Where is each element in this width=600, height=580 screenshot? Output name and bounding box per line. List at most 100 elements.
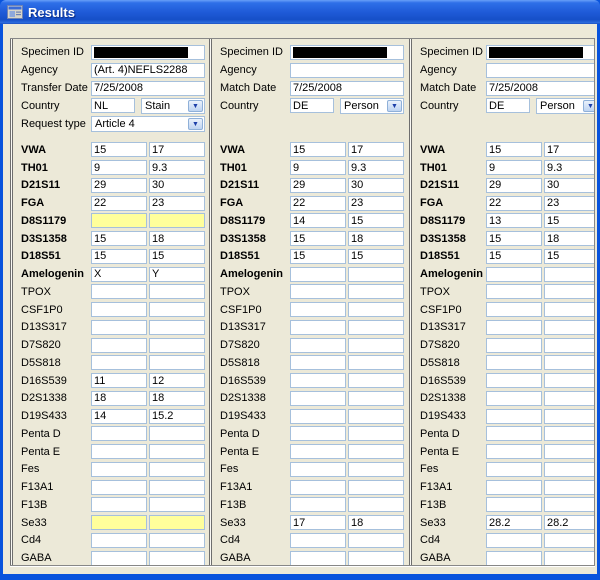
- allele-gaba-match-2-b[interactable]: [544, 551, 594, 565]
- allele-d16s539-match-2-b[interactable]: [544, 373, 594, 388]
- allele-cd4-match-1-b[interactable]: [348, 533, 404, 548]
- allele-th01-match-1-a[interactable]: 9: [290, 160, 346, 175]
- allele-penta-e-request-a[interactable]: [91, 444, 147, 459]
- allele-d19s433-request-a[interactable]: 14: [91, 409, 147, 424]
- allele-d5s818-match-2-b[interactable]: [544, 355, 594, 370]
- allele-d13s317-request-b[interactable]: [149, 320, 205, 335]
- allele-d16s539-request-a[interactable]: 11: [91, 373, 147, 388]
- allele-amelogenin-match-2-b[interactable]: [544, 267, 594, 282]
- allele-se33-request-a[interactable]: [91, 515, 147, 530]
- allele-vwa-match-1-a[interactable]: 15: [290, 142, 346, 157]
- allele-vwa-request-a[interactable]: 15: [91, 142, 147, 157]
- allele-d5s818-match-2-a[interactable]: [486, 355, 542, 370]
- allele-fes-match-2-a[interactable]: [486, 462, 542, 477]
- allele-d13s317-match-2-a[interactable]: [486, 320, 542, 335]
- allele-d3s1358-match-2-b[interactable]: 18: [544, 231, 594, 246]
- allele-d18s51-match-1-a[interactable]: 15: [290, 249, 346, 264]
- allele-f13b-match-2-b[interactable]: [544, 497, 594, 512]
- allele-cd4-match-2-a[interactable]: [486, 533, 542, 548]
- allele-penta-d-request-a[interactable]: [91, 426, 147, 441]
- allele-amelogenin-match-2-a[interactable]: [486, 267, 542, 282]
- allele-d13s317-request-a[interactable]: [91, 320, 147, 335]
- allele-tpox-request-a[interactable]: [91, 284, 147, 299]
- allele-fes-match-1-a[interactable]: [290, 462, 346, 477]
- allele-d21s11-match-2-b[interactable]: 30: [544, 178, 594, 193]
- allele-cd4-match-2-b[interactable]: [544, 533, 594, 548]
- allele-d21s11-match-1-b[interactable]: 30: [348, 178, 404, 193]
- allele-se33-request-b[interactable]: [149, 515, 205, 530]
- allele-f13b-match-1-a[interactable]: [290, 497, 346, 512]
- allele-th01-match-2-b[interactable]: 9.3: [544, 160, 594, 175]
- allele-tpox-match-2-b[interactable]: [544, 284, 594, 299]
- allele-penta-d-match-1-b[interactable]: [348, 426, 404, 441]
- allele-csf1p0-request-a[interactable]: [91, 302, 147, 317]
- allele-d16s539-match-1-a[interactable]: [290, 373, 346, 388]
- titlebar[interactable]: Results: [0, 0, 600, 24]
- allele-fes-match-1-b[interactable]: [348, 462, 404, 477]
- allele-d8s1179-match-2-a[interactable]: 13: [486, 213, 542, 228]
- allele-csf1p0-request-b[interactable]: [149, 302, 205, 317]
- allele-d19s433-request-b[interactable]: 15.2: [149, 409, 205, 424]
- allele-csf1p0-match-2-a[interactable]: [486, 302, 542, 317]
- allele-d2s1338-request-a[interactable]: 18: [91, 391, 147, 406]
- allele-th01-request-a[interactable]: 9: [91, 160, 147, 175]
- agency-field[interactable]: (Art. 4)NEFLS2288: [91, 63, 205, 78]
- allele-gaba-request-a[interactable]: [91, 551, 147, 565]
- chevron-down-icon[interactable]: ▼: [188, 118, 203, 130]
- allele-d3s1358-request-b[interactable]: 18: [149, 231, 205, 246]
- allele-fes-request-a[interactable]: [91, 462, 147, 477]
- allele-d3s1358-match-2-a[interactable]: 15: [486, 231, 542, 246]
- allele-d7s820-request-a[interactable]: [91, 338, 147, 353]
- allele-d2s1338-request-b[interactable]: 18: [149, 391, 205, 406]
- allele-d18s51-match-1-b[interactable]: 15: [348, 249, 404, 264]
- allele-gaba-match-2-a[interactable]: [486, 551, 542, 565]
- allele-d8s1179-match-2-b[interactable]: 15: [544, 213, 594, 228]
- chevron-down-icon[interactable]: ▼: [188, 100, 203, 112]
- allele-d7s820-match-1-a[interactable]: [290, 338, 346, 353]
- allele-f13a1-match-1-a[interactable]: [290, 480, 346, 495]
- allele-csf1p0-match-1-a[interactable]: [290, 302, 346, 317]
- allele-penta-d-request-b[interactable]: [149, 426, 205, 441]
- allele-d21s11-match-1-a[interactable]: 29: [290, 178, 346, 193]
- allele-d16s539-match-1-b[interactable]: [348, 373, 404, 388]
- allele-fga-request-b[interactable]: 23: [149, 196, 205, 211]
- allele-vwa-match-2-b[interactable]: 17: [544, 142, 594, 157]
- specimen-id-field[interactable]: [290, 45, 404, 60]
- allele-cd4-request-a[interactable]: [91, 533, 147, 548]
- match-date-field[interactable]: 7/25/2008: [290, 81, 404, 96]
- specimen-id-field[interactable]: [91, 45, 205, 60]
- allele-d2s1338-match-1-b[interactable]: [348, 391, 404, 406]
- allele-th01-match-1-b[interactable]: 9.3: [348, 160, 404, 175]
- combo-country-type[interactable]: Stain▼: [141, 98, 205, 114]
- allele-d16s539-request-b[interactable]: 12: [149, 373, 205, 388]
- allele-th01-match-2-a[interactable]: 9: [486, 160, 542, 175]
- combo-request-type[interactable]: Article 4▼: [91, 116, 205, 132]
- allele-tpox-match-1-a[interactable]: [290, 284, 346, 299]
- allele-vwa-match-2-a[interactable]: 15: [486, 142, 542, 157]
- country-code-field[interactable]: DE: [486, 98, 530, 113]
- allele-amelogenin-request-b[interactable]: Y: [149, 267, 205, 282]
- agency-field[interactable]: [290, 63, 404, 78]
- allele-d18s51-match-2-a[interactable]: 15: [486, 249, 542, 264]
- allele-d16s539-match-2-a[interactable]: [486, 373, 542, 388]
- allele-f13b-request-a[interactable]: [91, 497, 147, 512]
- specimen-id-field[interactable]: [486, 45, 594, 60]
- allele-d2s1338-match-2-b[interactable]: [544, 391, 594, 406]
- allele-csf1p0-match-2-b[interactable]: [544, 302, 594, 317]
- allele-penta-d-match-1-a[interactable]: [290, 426, 346, 441]
- allele-amelogenin-match-1-a[interactable]: [290, 267, 346, 282]
- country-code-field[interactable]: DE: [290, 98, 334, 113]
- allele-gaba-match-1-b[interactable]: [348, 551, 404, 565]
- allele-fes-match-2-b[interactable]: [544, 462, 594, 477]
- allele-d2s1338-match-1-a[interactable]: [290, 391, 346, 406]
- allele-d21s11-match-2-a[interactable]: 29: [486, 178, 542, 193]
- combo-country-type[interactable]: Person▼: [340, 98, 404, 114]
- chevron-down-icon[interactable]: ▼: [387, 100, 402, 112]
- allele-d7s820-match-1-b[interactable]: [348, 338, 404, 353]
- allele-cd4-request-b[interactable]: [149, 533, 205, 548]
- allele-tpox-match-2-a[interactable]: [486, 284, 542, 299]
- allele-d19s433-match-1-a[interactable]: [290, 409, 346, 424]
- allele-se33-match-2-b[interactable]: 28.2: [544, 515, 594, 530]
- allele-d2s1338-match-2-a[interactable]: [486, 391, 542, 406]
- allele-d19s433-match-1-b[interactable]: [348, 409, 404, 424]
